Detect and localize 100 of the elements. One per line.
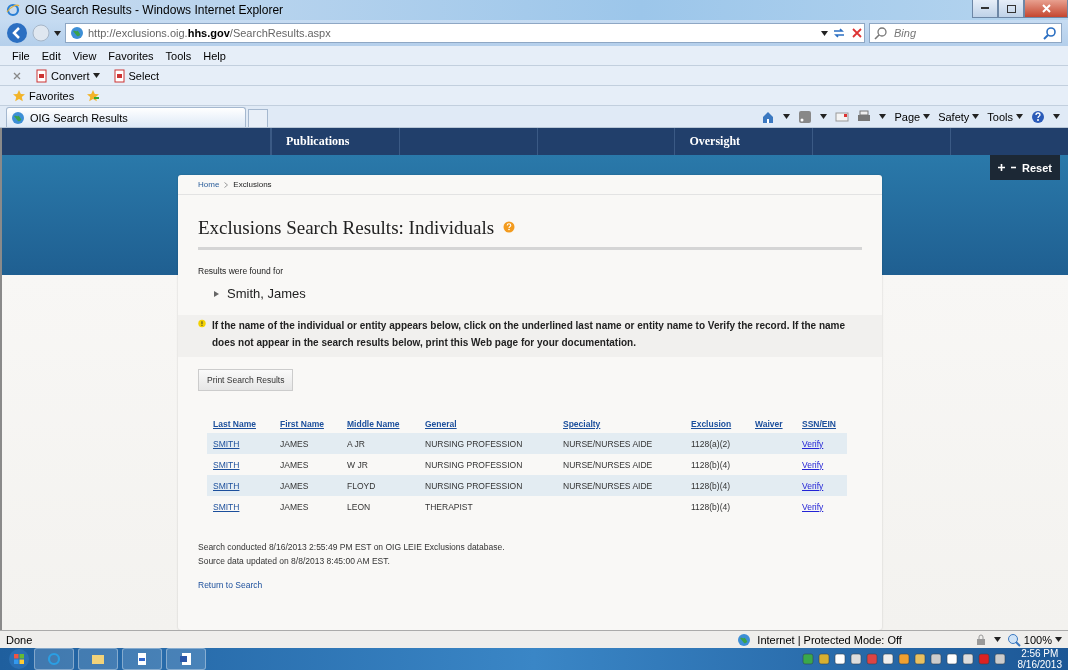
caret-icon: [879, 114, 887, 119]
home-icon[interactable]: [761, 109, 776, 124]
surname-link[interactable]: SMITH: [213, 459, 240, 470]
command-menu[interactable]: Tools: [987, 110, 1023, 123]
zoom-reset-button[interactable]: Reset: [990, 155, 1060, 180]
search-query: Smith, James: [227, 286, 306, 301]
address-field[interactable]: http://exclusions.oig.hhs.gov/SearchResults.aspx: [65, 23, 865, 43]
tray-icon[interactable]: [993, 653, 1006, 665]
surname-link[interactable]: SMITH: [213, 438, 240, 449]
table-cell: W JR: [347, 459, 368, 470]
breadcrumb-link[interactable]: Home: [198, 180, 220, 189]
add-favorite-icon[interactable]: [86, 88, 101, 103]
menu-item[interactable]: Help: [203, 49, 226, 62]
page-heading: Exclusions Search Results: Individuals: [198, 217, 495, 239]
tray-icon[interactable]: [817, 653, 830, 665]
caret-icon: [923, 114, 931, 119]
nav-link[interactable]: Publications: [271, 128, 400, 155]
search-icon[interactable]: [1043, 26, 1057, 40]
minimize-button[interactable]: [972, 0, 998, 18]
column-header-link[interactable]: General: [425, 419, 457, 429]
tray-icon[interactable]: [881, 653, 894, 665]
verify-link[interactable]: Verify: [802, 438, 824, 449]
back-icon[interactable]: [6, 22, 28, 44]
browser-tab[interactable]: OIG Search Results: [6, 107, 246, 127]
printer-icon[interactable]: [857, 109, 872, 124]
minimize-icon: [981, 7, 989, 10]
column-header-link[interactable]: Last Name: [213, 419, 256, 429]
menu-item[interactable]: Favorites: [108, 49, 154, 62]
caret-icon: [54, 30, 61, 36]
column-header-link[interactable]: SSN/EIN: [802, 419, 836, 429]
taskbar-button[interactable]: [78, 648, 118, 670]
return-link[interactable]: Return to Search: [198, 580, 263, 590]
document-icon: [135, 652, 149, 666]
zoom-level-button[interactable]: 100%: [1006, 632, 1062, 647]
toolbar-button[interactable]: Convert: [34, 68, 100, 83]
refresh-icon[interactable]: [832, 26, 846, 40]
table-cell: JAMES: [280, 480, 309, 491]
start-button-icon[interactable]: [8, 648, 30, 670]
browser-logo-icon: [47, 652, 61, 666]
help-icon[interactable]: [1031, 109, 1045, 124]
column-header-link[interactable]: Exclusion: [691, 419, 732, 429]
zoom-icon: [1006, 632, 1021, 647]
column-header-link[interactable]: Middle Name: [347, 419, 400, 429]
taskbar-button[interactable]: [122, 648, 162, 670]
table-cell: 1128(b)(4): [691, 480, 731, 491]
close-icon[interactable]: [12, 70, 22, 81]
search-box[interactable]: Bing: [869, 23, 1062, 43]
plus-icon[interactable]: [998, 164, 1006, 171]
tray-icon[interactable]: [913, 653, 926, 665]
menu-item[interactable]: View: [72, 49, 97, 62]
menu-item[interactable]: File: [12, 49, 30, 62]
minus-icon[interactable]: [1011, 164, 1017, 171]
table-cell: NURSE/NURSES AIDE: [563, 438, 653, 449]
caret-icon: [783, 114, 791, 119]
surname-link[interactable]: SMITH: [213, 480, 240, 491]
star-icon: [12, 88, 26, 103]
maximize-button[interactable]: [998, 0, 1024, 18]
column-header-link[interactable]: Specialty: [563, 419, 601, 429]
tray-icon[interactable]: [897, 653, 910, 665]
site-icon: [11, 110, 25, 125]
table-cell: JAMES: [280, 501, 309, 512]
tray-icon[interactable]: [929, 653, 942, 665]
table-cell: NURSING PROFESSION: [425, 480, 523, 491]
close-button[interactable]: [1024, 0, 1068, 18]
clock-time: 2:56 PM: [1021, 648, 1059, 659]
tray-icon[interactable]: [945, 653, 958, 665]
tray-icon[interactable]: [961, 653, 974, 665]
mail-icon[interactable]: [835, 109, 850, 124]
menu-item[interactable]: Tools: [165, 49, 192, 62]
print-button[interactable]: Print Search Results: [198, 369, 294, 391]
menu-item[interactable]: Edit: [41, 49, 61, 62]
favorites-button[interactable]: Favorites: [12, 88, 75, 103]
security-zone-text: Internet | Protected Mode: Off: [757, 633, 902, 646]
tray-icon[interactable]: [833, 653, 846, 665]
command-menu[interactable]: Page: [894, 110, 931, 123]
verify-link[interactable]: Verify: [802, 501, 824, 512]
table-cell: A JR: [347, 438, 365, 449]
command-menu[interactable]: Safety: [938, 110, 980, 123]
table-cell: NURSE/NURSES AIDE: [563, 459, 653, 470]
surname-link[interactable]: SMITH: [213, 501, 240, 512]
notice-text: If the name of the individual or entity appears below, click on the underlined last name or entity name to Verify the record. If the name does not appear in the search results below, print this Web page for your documentation.: [211, 319, 847, 350]
caret-icon: [1016, 114, 1023, 119]
taskbar-button[interactable]: [166, 648, 206, 670]
column-header-link[interactable]: Waiver: [755, 419, 783, 429]
table-cell: LEON: [347, 501, 371, 512]
tray-icon[interactable]: [849, 653, 862, 665]
table-cell: JAMES: [280, 438, 309, 449]
table-cell: NURSE/NURSES AIDE: [563, 480, 653, 491]
caret-icon: [1053, 114, 1060, 119]
verify-link[interactable]: Verify: [802, 459, 824, 470]
table-cell: THERAPIST: [425, 501, 473, 512]
breadcrumb-current: Exclusions: [233, 180, 272, 189]
verify-link[interactable]: Verify: [802, 480, 824, 491]
search-info-text: Search conducted 8/16/2013 2:55:49 PM EST on OIG LEIE Exclusions database.: [198, 541, 506, 554]
nav-link[interactable]: Oversight: [674, 128, 813, 155]
column-header-link[interactable]: First Name: [280, 419, 324, 429]
caret-icon: [820, 114, 828, 119]
restore-icon: [1006, 4, 1016, 13]
stop-icon[interactable]: [850, 26, 864, 40]
toolbar-button[interactable]: Select: [111, 68, 160, 83]
